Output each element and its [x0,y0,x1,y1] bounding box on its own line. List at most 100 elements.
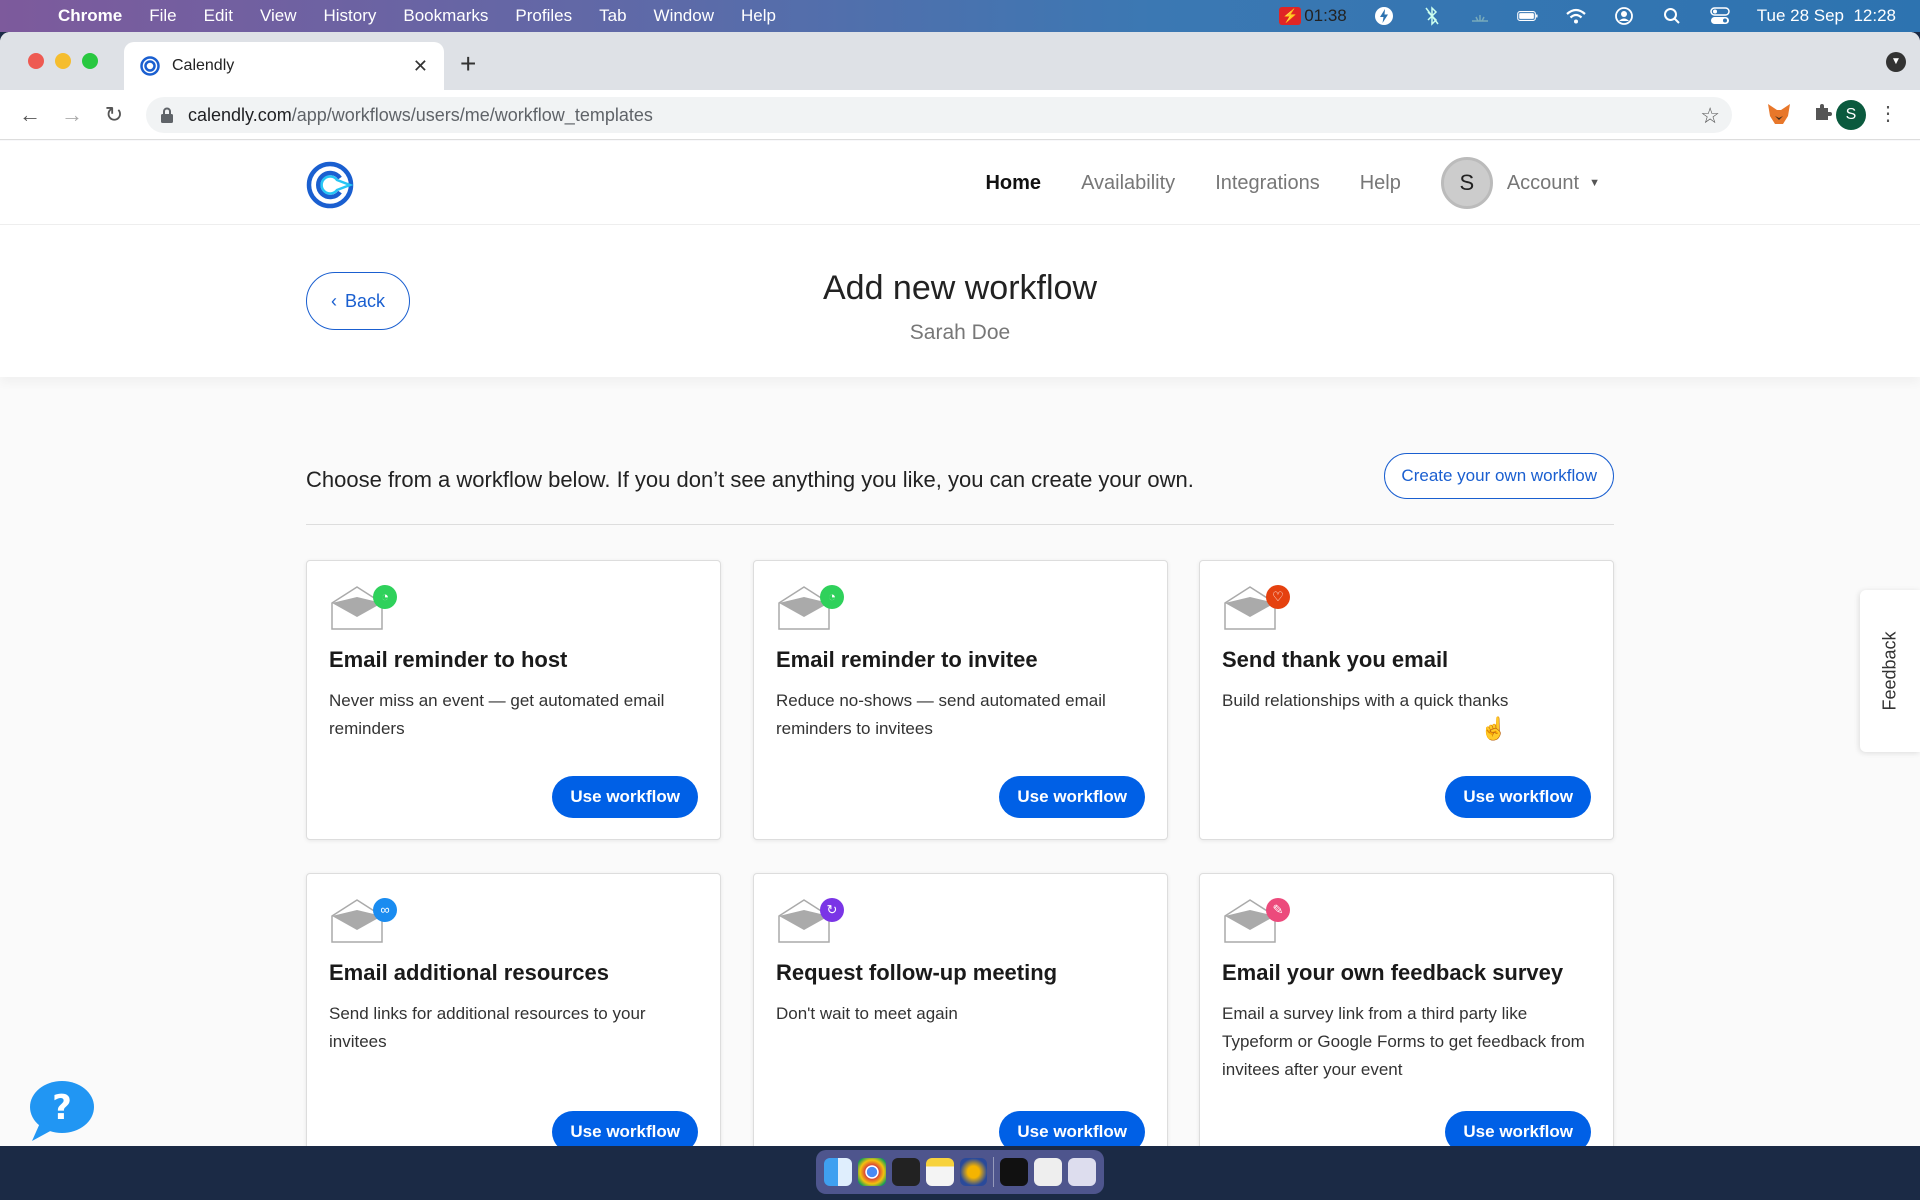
card-description: Send links for additional resources to y… [329,1004,646,1051]
page-header: ‹ Back Add new workflow Sarah Doe [0,225,1920,377]
clock-icon: ◔ [820,585,844,609]
workflow-card[interactable]: ✎ Email your own feedback survey Email a… [1199,873,1614,1146]
terminal-dock-icon[interactable] [891,1158,920,1186]
chrome-dock-icon[interactable] [857,1158,886,1186]
menu-bookmarks[interactable]: Bookmarks [403,6,488,26]
control-center-icon[interactable] [1709,6,1731,26]
minimize-window-button[interactable] [55,53,71,69]
clock-icon: ◔ [373,585,397,609]
browser-tab[interactable]: Calendly ✕ [124,42,444,90]
lock-icon [161,107,173,123]
url-path: /app/workflows/users/me/workflow_templat… [291,104,653,125]
card-description: Never miss an event — get automated emai… [329,691,665,738]
use-workflow-button[interactable]: Use workflow [1445,1111,1591,1146]
avatar: S [1440,157,1493,209]
workflow-card[interactable]: ∞ Email additional resources Send links … [306,873,721,1146]
workflow-card[interactable]: ◔ Email reminder to host Never miss an e… [306,560,721,840]
workflow-card[interactable]: ↻ Request follow-up meeting Don't wait t… [753,873,1168,1146]
use-workflow-button[interactable]: Use workflow [552,776,698,818]
bolt-app-icon[interactable] [1373,6,1395,26]
extensions-puzzle-icon[interactable] [1812,102,1834,129]
recording-icon: ⚡ [1279,7,1302,25]
calendly-page: Home Availability Integrations Help S Ac… [0,141,1920,1146]
new-tab-button[interactable]: + [460,50,476,78]
menubar-clock[interactable]: Tue 28 Sep 12:28 [1757,6,1896,26]
reload-icon[interactable]: ↻ [102,102,126,127]
menu-window[interactable]: Window [654,6,714,26]
use-workflow-button[interactable]: Use workflow [999,776,1145,818]
card-description: Don't wait to meet again [776,1004,958,1023]
close-window-button[interactable] [28,53,44,69]
refresh-icon: ↻ [820,898,844,922]
notes-dock-icon[interactable] [925,1158,954,1186]
menu-file[interactable]: File [149,6,176,26]
use-workflow-button[interactable]: Use workflow [1445,776,1591,818]
card-title: Email reminder to host [329,647,568,672]
chrome-menu-icon[interactable]: ⋮ [1878,102,1898,126]
user-account-icon[interactable] [1613,6,1635,26]
back-nav-icon[interactable]: ← [18,102,42,127]
create-own-workflow-button[interactable]: Create your own workflow [1384,453,1614,499]
chrome-profile-avatar[interactable]: S [1836,100,1866,130]
intro-section: Choose from a workflow below. If you don… [306,453,1614,525]
feedback-tab[interactable]: Feedback [1860,590,1920,752]
metamask-extension-icon[interactable] [1766,102,1792,131]
calendly-logo[interactable] [306,161,354,209]
dialog-thumbnail-dock-icon[interactable] [1034,1158,1063,1186]
nav-availability[interactable]: Availability [1081,172,1175,195]
workflow-card[interactable]: ♡ Send thank you email Build relationshi… [1199,560,1614,840]
intro-text: Choose from a workflow below. If you don… [306,467,1194,492]
pencil-icon: ✎ [1266,898,1290,922]
wifi-icon[interactable] [1565,6,1587,26]
finder-dock-icon[interactable] [824,1158,852,1186]
menu-history[interactable]: History [323,6,376,26]
help-chat-icon[interactable]: ? [26,1079,94,1143]
tab-title: Calendly [172,57,235,74]
forward-nav-icon[interactable]: → [60,102,84,127]
spotlight-search-icon[interactable] [1661,6,1683,26]
pointer-cursor: ☝ [1480,716,1508,741]
card-title: Email additional resources [329,960,609,985]
tab-search-button[interactable]: ▼ [1886,52,1906,72]
card-title: Email reminder to invitee [776,647,1038,672]
account-label: Account [1506,171,1580,194]
feedback-label: Feedback [1879,631,1900,711]
dock-separator [993,1157,995,1187]
browser-toolbar: ← → ↻ calendly.com/app/workflows/users/m… [0,90,1920,140]
use-workflow-button[interactable]: Use workflow [999,1111,1145,1146]
nav-home[interactable]: Home [985,172,1041,195]
workflow-card[interactable]: ◔ Email reminder to invitee Reduce no-sh… [753,560,1168,840]
macos-menubar: Chrome File Edit View History Bookmarks … [0,0,1920,32]
nav-integrations[interactable]: Integrations [1215,172,1320,195]
account-menu[interactable]: S Account ▼ [1440,157,1600,209]
menu-app-name[interactable]: Chrome [58,6,122,26]
menu-profiles[interactable]: Profiles [515,6,572,26]
trash-dock-icon[interactable] [1068,1158,1096,1186]
bluetooth-off-icon[interactable] [1421,6,1443,26]
bolt-dock-icon[interactable] [959,1158,988,1186]
screen-recording-indicator[interactable]: ⚡ 01:38 [1279,6,1347,26]
heart-icon: ♡ [1266,585,1290,609]
nav-help[interactable]: Help [1360,172,1401,195]
zoom-window-button[interactable] [82,53,98,69]
bookmark-star-icon[interactable]: ☆ [1700,103,1720,129]
svg-text:?: ? [52,1088,72,1128]
link-icon: ∞ [373,898,397,922]
macos-dock [816,1150,1104,1194]
card-title: Send thank you email [1222,647,1449,672]
menu-view[interactable]: View [260,6,297,26]
card-title: Email your own feedback survey [1222,960,1564,985]
use-workflow-button[interactable]: Use workflow [552,1111,698,1146]
close-tab-icon[interactable]: ✕ [413,56,428,77]
address-bar[interactable]: calendly.com/app/workflows/users/me/work… [146,97,1732,133]
status-icon[interactable] [1469,6,1491,26]
page-title: Add new workflow [822,269,1097,307]
card-title: Request follow-up meeting [776,960,1058,985]
window-controls [28,53,98,69]
menu-tab[interactable]: Tab [599,6,626,26]
window-thumbnail-dock-icon[interactable] [1000,1158,1029,1186]
url-host: calendly.com [188,104,292,125]
menu-help[interactable]: Help [741,6,776,26]
battery-icon[interactable] [1516,6,1539,26]
menu-edit[interactable]: Edit [204,6,233,26]
